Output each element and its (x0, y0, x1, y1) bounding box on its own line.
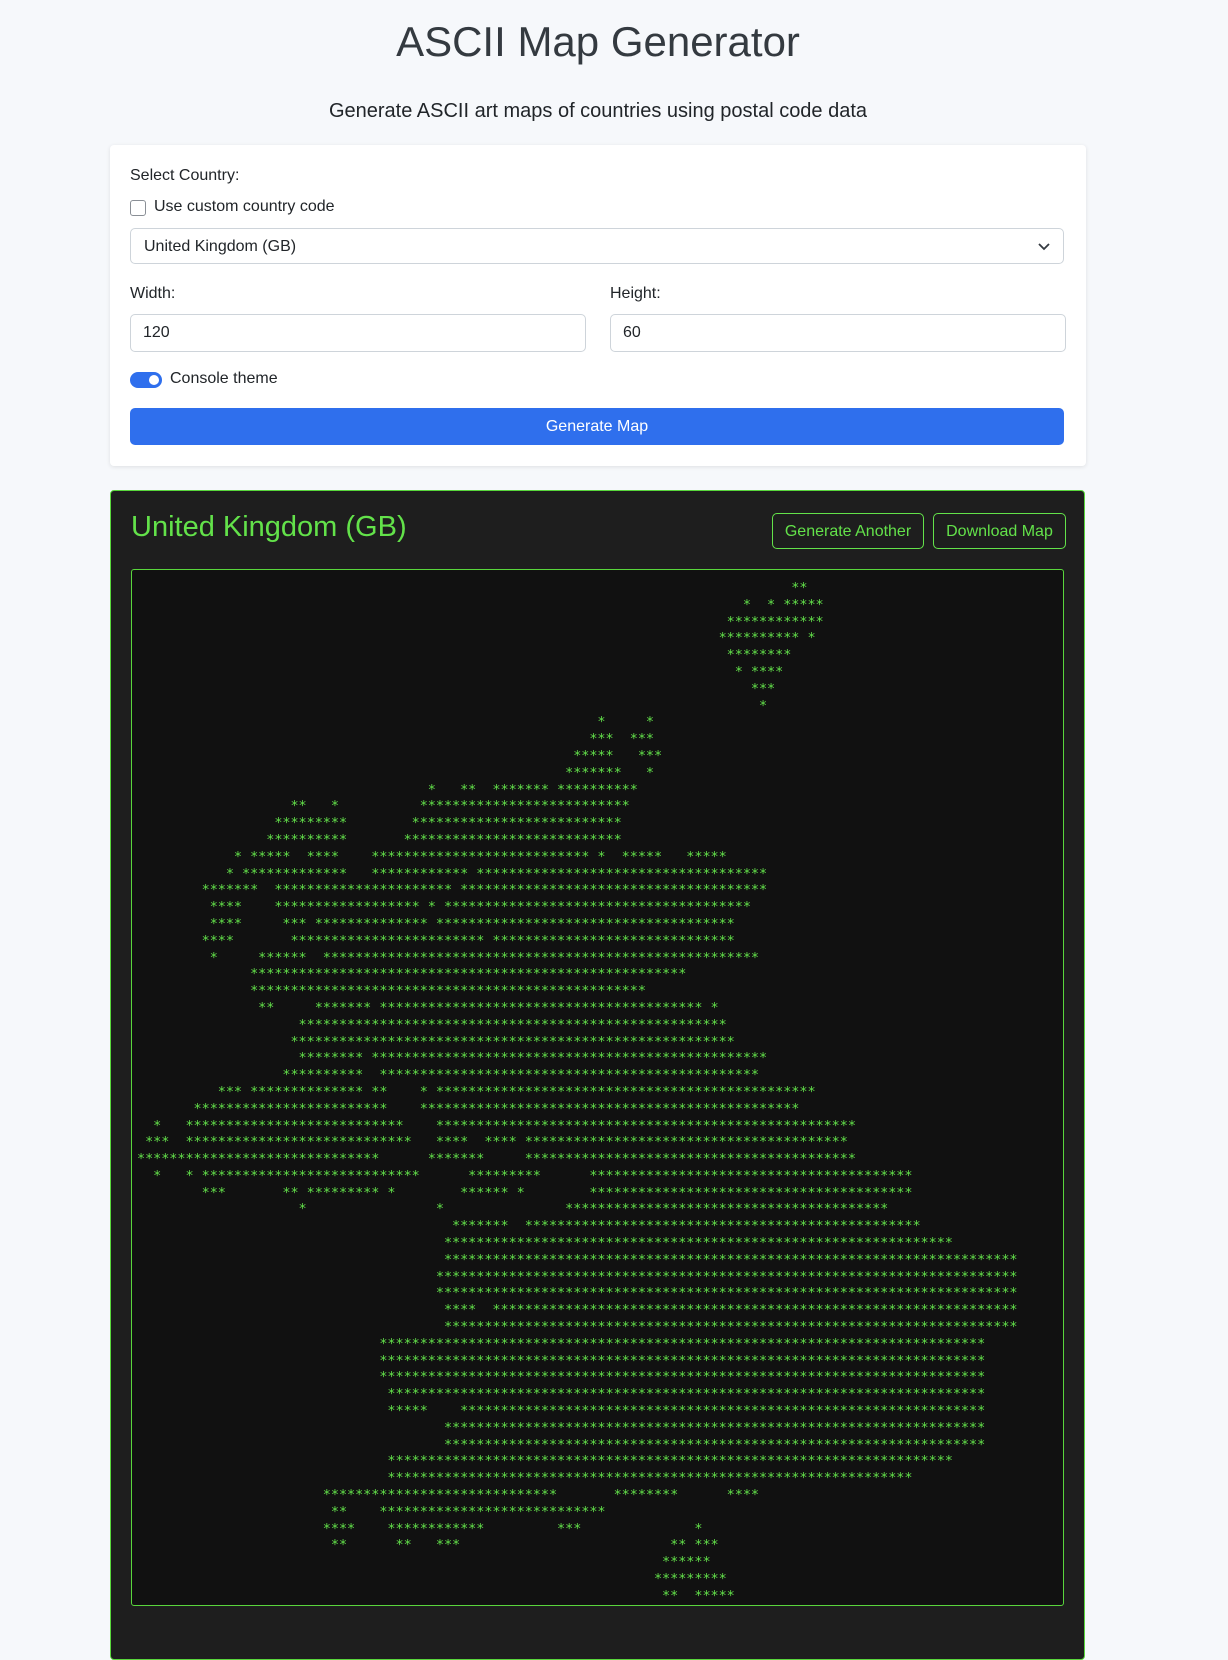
custom-code-label[interactable]: Use custom country code (154, 198, 335, 216)
generate-map-button[interactable]: Generate Map (130, 408, 1064, 445)
country-select-value: United Kingdom (GB) (144, 238, 297, 255)
chevron-down-icon (1038, 243, 1050, 251)
width-input[interactable] (130, 314, 586, 352)
ascii-map-art: ** * * ***** ************ ********** * *… (137, 580, 1018, 1604)
console-theme-toggle[interactable] (130, 372, 162, 388)
custom-code-checkbox[interactable] (130, 200, 146, 216)
height-label: Height: (610, 285, 661, 302)
settings-card: Select Country: Use custom country code … (110, 145, 1086, 466)
generate-another-button[interactable]: Generate Another (772, 513, 924, 549)
height-input[interactable] (610, 314, 1066, 352)
map-output-card: United Kingdom (GB) Generate Another Dow… (110, 490, 1085, 1660)
select-country-label: Select Country: (130, 167, 240, 184)
map-title: United Kingdom (GB) (131, 511, 407, 543)
console-theme-label[interactable]: Console theme (170, 370, 278, 388)
country-select[interactable]: United Kingdom (GB) (130, 228, 1064, 264)
page-subtitle: Generate ASCII art maps of countries usi… (328, 100, 868, 122)
width-label: Width: (130, 285, 176, 302)
toggle-knob (149, 375, 159, 385)
page-title: ASCII Map Generator (396, 18, 800, 65)
download-map-button[interactable]: Download Map (933, 513, 1066, 549)
ascii-map-panel: ** * * ***** ************ ********** * *… (131, 569, 1064, 1606)
